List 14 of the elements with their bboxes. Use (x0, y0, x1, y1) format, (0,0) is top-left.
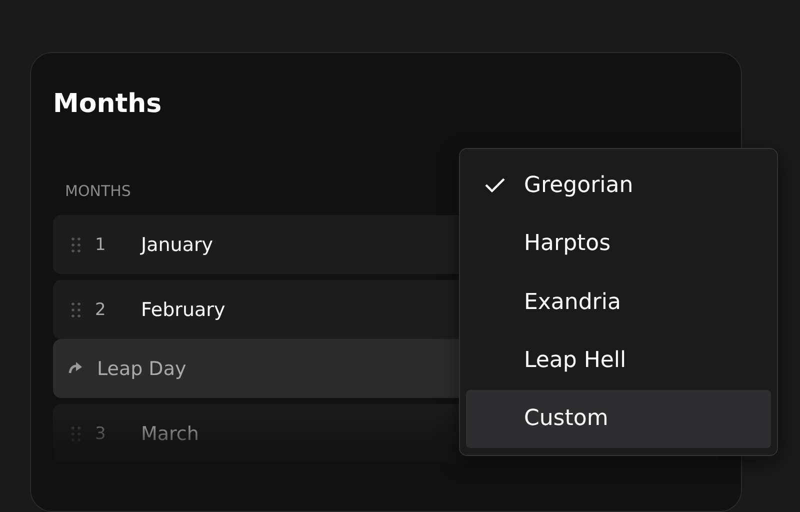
drag-handle-icon[interactable] (71, 236, 81, 254)
month-number: 1 (95, 234, 107, 254)
month-number: 3 (95, 424, 107, 444)
card-title: Months (53, 88, 162, 121)
month-number: 2 (95, 300, 107, 320)
month-name: March (141, 422, 199, 444)
month-name: February (141, 298, 226, 320)
drag-handle-icon[interactable] (71, 300, 81, 318)
month-name: January (141, 234, 214, 256)
section-label: MONTHS (65, 182, 131, 200)
drag-handle-icon[interactable] (71, 424, 81, 442)
menu-item[interactable]: Gregorian (466, 156, 771, 214)
menu-item[interactable]: Custom (466, 390, 771, 448)
leap-day-name: Leap Day (97, 358, 186, 380)
